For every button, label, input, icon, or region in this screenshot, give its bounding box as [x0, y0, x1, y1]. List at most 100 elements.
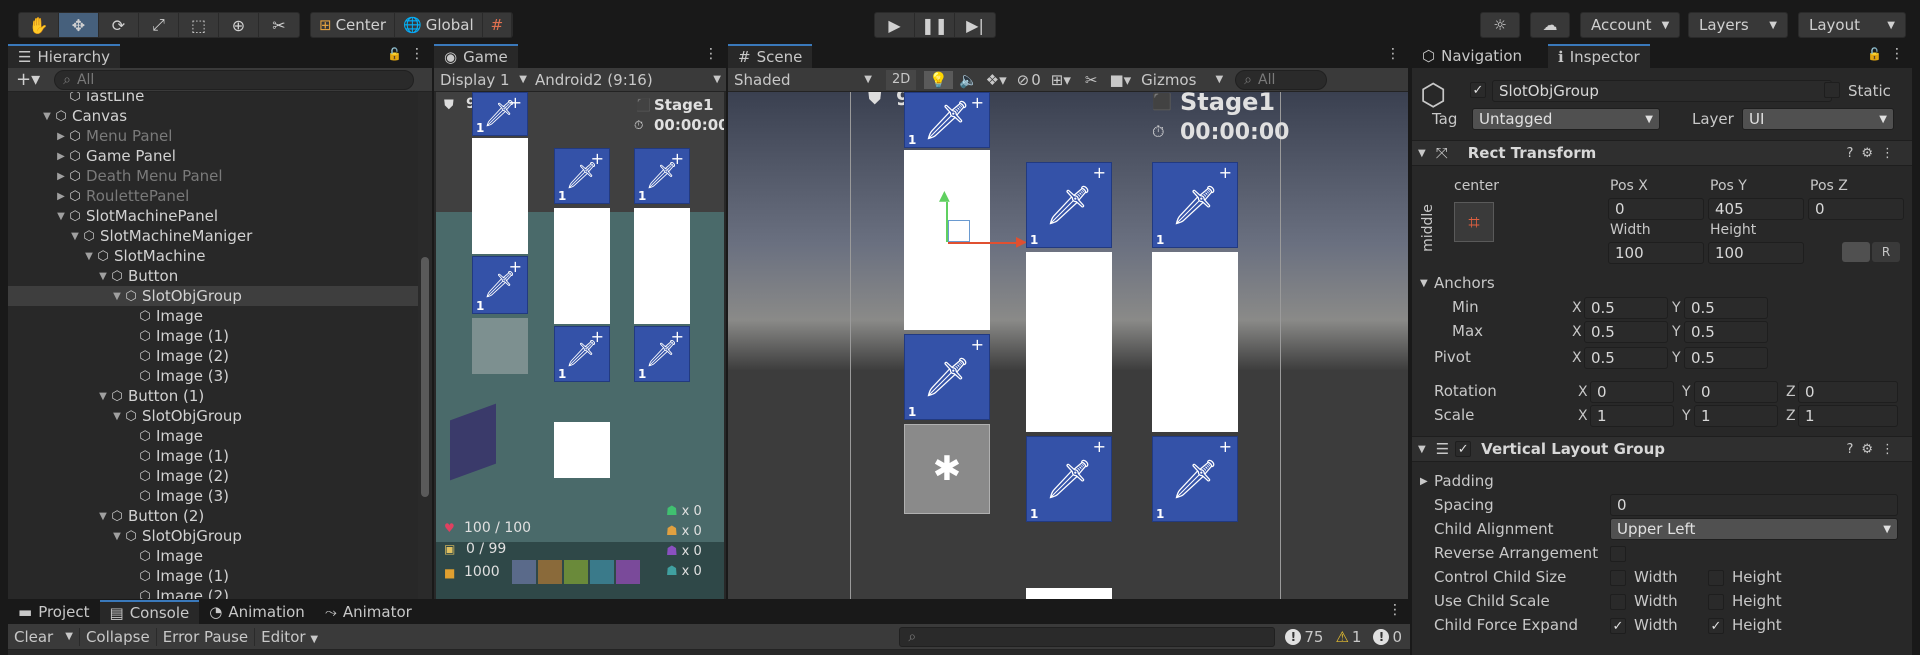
hierarchy-row[interactable]: ⬡ lastLine	[8, 92, 418, 106]
effects-icon[interactable]: ❖▾	[986, 71, 1007, 89]
game-viewport[interactable]: ⛊ 9 ⬛ Stage1 ⏱ 00:00:00 🗡 1 + 🗡 1 + 🗡 1 + 🗡 1 + …	[436, 92, 724, 599]
cloud-button[interactable]: ☁	[1530, 12, 1570, 38]
height-field[interactable]: 100	[1708, 242, 1804, 264]
tab-hierarchy[interactable]: ☰ Hierarchy	[8, 44, 120, 68]
hierarchy-row[interactable]: ▼ ⬡ SlotMachinePanel	[8, 206, 418, 226]
collapsed-arrow-icon[interactable]: ▶	[54, 191, 68, 202]
expand-arrow-icon[interactable]: ▶	[1420, 476, 1428, 487]
collapsed-arrow-icon[interactable]: ▶	[54, 151, 68, 162]
hierarchy-row[interactable]: ⬡ Image	[8, 546, 418, 566]
static-checkbox[interactable]	[1824, 82, 1840, 98]
pivot-global-button[interactable]: 🌐 Global	[395, 13, 483, 37]
tag-dropdown[interactable]: Untagged ▼	[1472, 108, 1660, 130]
blueprint-mode-button[interactable]	[1842, 242, 1870, 262]
scrollbar-thumb[interactable]	[421, 257, 429, 497]
add-icon[interactable]: +▾	[16, 69, 40, 90]
pause-button[interactable]: ❚❚	[915, 13, 955, 37]
control-width-checkbox[interactable]	[1610, 570, 1626, 586]
layer-dropdown[interactable]: UI ▼	[1742, 108, 1894, 130]
hierarchy-search-input[interactable]: ⌕ All	[54, 69, 415, 90]
hierarchy-row[interactable]: ⬡ Image	[8, 306, 418, 326]
hierarchy-row[interactable]: ▶ ⬡ Game Panel	[8, 146, 418, 166]
collapsed-arrow-icon[interactable]: ▶	[54, 131, 68, 142]
item-slot[interactable]	[590, 560, 614, 584]
collapsed-arrow-icon[interactable]: ▶	[54, 171, 68, 182]
shading-dropdown[interactable]: Shaded ▼	[728, 71, 878, 89]
anchor-min-y-field[interactable]: 0.5	[1684, 297, 1768, 319]
light-icon[interactable]: 💡	[924, 70, 953, 89]
error-count-toggle[interactable]: ! 0	[1373, 628, 1402, 646]
rotation-z-field[interactable]: 0	[1798, 381, 1898, 403]
scale-z-field[interactable]: 1	[1798, 405, 1898, 427]
rect-transform-header[interactable]: ▼ ⤧ Rect Transform ?⚙⋮	[1412, 140, 1912, 166]
panel-menu-icon[interactable]: ⋮	[410, 46, 424, 62]
expanded-arrow-icon[interactable]: ▼	[110, 291, 124, 302]
scale-tool-icon[interactable]: ⤢	[139, 13, 179, 37]
pos-x-field[interactable]: 0	[1608, 198, 1704, 220]
scale-x-field[interactable]: 1	[1590, 405, 1674, 427]
tab-navigation[interactable]: ⬡ Navigation	[1412, 44, 1532, 68]
width-field[interactable]: 100	[1608, 242, 1704, 264]
tab-inspector[interactable]: ℹ Inspector	[1548, 44, 1650, 68]
spacing-field[interactable]: 0	[1610, 494, 1898, 516]
collapse-arrow-icon[interactable]: ▼	[1420, 278, 1428, 289]
hand-tool-icon[interactable]: ✋	[19, 13, 59, 37]
item-slot[interactable]	[616, 560, 640, 584]
gizmo-plane[interactable]	[948, 220, 970, 242]
scale-height-checkbox[interactable]	[1708, 594, 1724, 610]
pos-z-field[interactable]: 0	[1808, 198, 1904, 220]
hierarchy-row[interactable]: ⬡ Image	[8, 426, 418, 446]
hierarchy-row[interactable]: ⬡ Image (1)	[8, 446, 418, 466]
reverse-arrangement-checkbox[interactable]	[1610, 546, 1626, 562]
hierarchy-row[interactable]: ▼ ⬡ SlotObjGroup	[8, 526, 418, 546]
lock-icon[interactable]: 🔓	[1867, 47, 1882, 61]
scale-y-field[interactable]: 1	[1694, 405, 1778, 427]
custom-tool-icon[interactable]: ✂	[259, 13, 299, 37]
pivot-y-field[interactable]: 0.5	[1684, 347, 1768, 369]
control-height-checkbox[interactable]	[1708, 570, 1724, 586]
hierarchy-row[interactable]: ⬡ Image (2)	[8, 346, 418, 366]
expand-width-checkbox[interactable]: ✓	[1610, 618, 1626, 634]
account-dropdown[interactable]: Account ▼	[1580, 12, 1680, 38]
log-count-toggle[interactable]: ! 75	[1285, 628, 1323, 646]
hierarchy-row[interactable]: ⬡ Image (3)	[8, 486, 418, 506]
grid-toggle-icon[interactable]: ⊞▾	[1051, 71, 1071, 89]
anchor-preset-button[interactable]: ⌗	[1454, 202, 1494, 242]
layout-dropdown[interactable]: Layout ▼	[1798, 12, 1906, 38]
rotation-x-field[interactable]: 0	[1590, 381, 1674, 403]
hierarchy-row[interactable]: ⬡ Image (1)	[8, 566, 418, 586]
warning-count-toggle[interactable]: ⚠ 1	[1335, 628, 1361, 646]
expanded-arrow-icon[interactable]: ▼	[82, 251, 96, 262]
hierarchy-row[interactable]: ▶ ⬡ Menu Panel	[8, 126, 418, 146]
hierarchy-row[interactable]: ⬡ Image (2)	[8, 466, 418, 486]
item-slot[interactable]	[512, 560, 536, 584]
gizmo-x-axis[interactable]	[948, 242, 1018, 244]
rotate-tool-icon[interactable]: ⟳	[99, 13, 139, 37]
error-pause-button[interactable]: Error Pause	[155, 627, 254, 646]
panel-menu-icon[interactable]: ⋮	[1890, 46, 1904, 62]
expanded-arrow-icon[interactable]: ▼	[40, 111, 54, 122]
rotation-y-field[interactable]: 0	[1694, 381, 1778, 403]
scene-search-input[interactable]: ⌕ All	[1235, 69, 1328, 90]
tab-scene[interactable]: # Scene	[728, 44, 813, 68]
hierarchy-row[interactable]: ▼ ⬡ Button (2)	[8, 506, 418, 526]
active-checkbox[interactable]: ✓	[1470, 82, 1486, 98]
expanded-arrow-icon[interactable]: ▼	[96, 271, 110, 282]
hierarchy-row[interactable]: ▼ ⬡ Button (1)	[8, 386, 418, 406]
panel-menu-icon[interactable]: ⋮	[1388, 602, 1402, 618]
object-name-field[interactable]: SlotObjGroup	[1492, 80, 1832, 102]
snap-button[interactable]: #	[483, 13, 513, 37]
tab-game[interactable]: ◉ Game	[434, 44, 518, 68]
tab-animator[interactable]: ⤳ Animator	[315, 600, 422, 624]
step-button[interactable]: ▶|	[955, 13, 995, 37]
hierarchy-row[interactable]: ▼ ⬡ Canvas	[8, 106, 418, 126]
tools-icon[interactable]: ✂	[1085, 71, 1098, 89]
hierarchy-row[interactable]: ▼ ⬡ SlotObjGroup	[8, 286, 418, 306]
hierarchy-row[interactable]: ⬡ Image (3)	[8, 366, 418, 386]
component-actions-icon[interactable]: ?⚙⋮	[1846, 146, 1902, 161]
panel-menu-icon[interactable]: ⋮	[704, 46, 718, 62]
item-slot[interactable]	[564, 560, 588, 584]
camera-icon[interactable]: ■▾	[1109, 71, 1131, 89]
scene-viewport[interactable]: ⛊ 9 ⬛ Stage1 ⏱ 00:00:00 🗡 1 + 🗡 1 + ✱ ▲ ▶ 🗡 1…	[728, 92, 1408, 599]
pivot-center-button[interactable]: ⊞ Center	[311, 13, 396, 37]
